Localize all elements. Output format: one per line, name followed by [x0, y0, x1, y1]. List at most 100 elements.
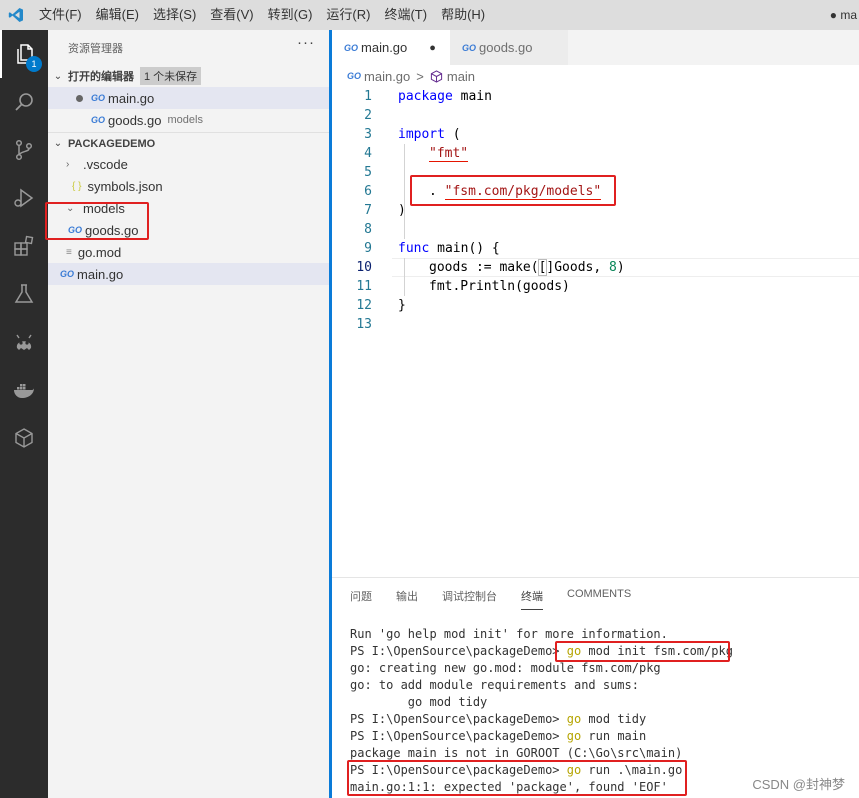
annotation-box — [410, 175, 616, 206]
terminal-line: go: creating new go.mod: module fsm.com/… — [350, 661, 661, 675]
chevron-down-icon: ⌄ — [53, 138, 63, 149]
remote-explorer-activity[interactable] — [0, 414, 48, 462]
menu-bar: 文件(F) 编辑(E) 选择(S) 查看(V) 转到(G) 运行(R) 终端(T… — [32, 0, 492, 30]
modified-dot-icon[interactable]: ● — [429, 42, 436, 54]
code-line-4: "fmt" — [429, 146, 469, 162]
go-file-icon: GO — [344, 42, 359, 53]
chevron-down-icon: ⌄ — [53, 70, 63, 82]
tab-terminal[interactable]: 终端 — [521, 588, 543, 610]
line-number: 5 — [364, 165, 372, 180]
menu-run[interactable]: 运行(R) — [319, 0, 377, 30]
line-number: 8 — [364, 222, 372, 237]
line-number: 11 — [356, 279, 372, 294]
json-file-icon: { } — [72, 180, 82, 192]
terminal-line: PS I:\OpenSource\packageDemo> go mod tid… — [350, 712, 647, 726]
open-editors-label: 打开的编辑器 — [68, 71, 134, 83]
breadcrumb-file[interactable]: main.go — [364, 69, 410, 84]
explorer-sidebar: 资源管理器 ··· ⌄ 打开的编辑器 1 个未保存 GO main.go GO … — [48, 30, 329, 798]
robot-icon — [16, 334, 32, 350]
editor-tabs: GO main.go ● GO goods.go — [332, 30, 859, 65]
vscode-logo-icon — [0, 0, 32, 30]
more-actions-button[interactable]: ··· — [297, 34, 315, 51]
tree-item-label: go.mod — [77, 244, 122, 260]
run-debug-icon — [14, 188, 34, 208]
tab-output[interactable]: 输出 — [396, 588, 418, 610]
indent-guide — [404, 144, 405, 239]
open-editor-goods-go[interactable]: GO goods.go models — [48, 109, 329, 131]
unsaved-badge: 1 个未保存 — [140, 67, 202, 85]
code-line-3: import ( — [398, 127, 461, 142]
chevron-right-icon: › — [66, 158, 70, 170]
testing-activity[interactable] — [0, 270, 48, 318]
open-editor-main-go[interactable]: GO main.go — [48, 87, 329, 109]
go-file-icon: GO — [347, 71, 362, 81]
source-control-activity[interactable] — [0, 126, 48, 174]
tree-item-label: .vscode — [83, 156, 128, 172]
breadcrumb-symbol[interactable]: main — [447, 69, 475, 84]
tree-file-main-go[interactable]: GO main.go — [48, 263, 329, 285]
tree-item-label: symbols.json — [87, 178, 163, 194]
modified-dot-icon — [76, 94, 83, 102]
line-number: 2 — [364, 108, 372, 123]
tab-goods-go[interactable]: GO goods.go — [450, 30, 568, 65]
search-icon — [15, 93, 33, 111]
menu-go[interactable]: 转到(G) — [261, 0, 320, 30]
tree-file-symbols-json[interactable]: { } symbols.json — [48, 175, 329, 197]
text-file-icon: ≡ — [66, 246, 72, 258]
bot-activity[interactable] — [0, 318, 48, 366]
menu-help[interactable]: 帮助(H) — [434, 0, 492, 30]
menu-view[interactable]: 查看(V) — [203, 0, 260, 30]
extensions-activity[interactable] — [0, 222, 48, 270]
code-line-1: package main — [398, 89, 492, 104]
package-symbol-icon — [430, 69, 442, 83]
extensions-icon — [14, 235, 34, 256]
tab-comments[interactable]: COMMENTS — [567, 588, 631, 610]
breadcrumb: GO main.go > main — [347, 66, 475, 86]
line-number: 10 — [356, 260, 372, 275]
search-activity[interactable] — [0, 78, 48, 126]
explorer-activity[interactable]: 1 — [0, 30, 48, 78]
title-bar: 文件(F) 编辑(E) 选择(S) 查看(V) 转到(G) 运行(R) 终端(T… — [0, 0, 859, 30]
code-line-10: goods := make([]Goods, 8) — [429, 259, 625, 276]
tab-debug-console[interactable]: 调试控制台 — [442, 588, 497, 610]
window-title: ● ma — [829, 8, 857, 22]
line-number: 7 — [364, 203, 372, 218]
indent-guide — [404, 258, 405, 296]
line-number: 4 — [364, 146, 372, 161]
code-line-7: ) — [398, 203, 406, 218]
annotation-box — [347, 760, 687, 796]
tab-label: main.go — [361, 40, 408, 55]
open-editor-label: main.go — [108, 90, 155, 106]
annotation-box — [555, 641, 730, 662]
code-line-12: } — [398, 298, 406, 313]
go-file-icon: GO — [60, 269, 75, 279]
open-editors-section[interactable]: ⌄ 打开的编辑器 1 个未保存 — [48, 65, 329, 87]
cube-icon — [15, 428, 33, 448]
annotation-box — [45, 202, 149, 240]
docker-activity[interactable] — [0, 366, 48, 414]
project-section[interactable]: ⌄ PACKAGEDEMO — [48, 132, 329, 154]
tree-file-go-mod[interactable]: ≡ go.mod — [48, 241, 329, 263]
line-number: 13 — [356, 317, 372, 332]
flask-icon — [14, 284, 34, 303]
explorer-badge: 1 — [26, 56, 42, 72]
menu-file[interactable]: 文件(F) — [32, 0, 89, 30]
code-editor[interactable]: 1 2 3 4 5 6 7 8 9 10 11 12 13 package ma… — [332, 87, 859, 577]
tab-label: goods.go — [479, 40, 533, 55]
line-number: 1 — [364, 89, 372, 104]
tab-problems[interactable]: 问题 — [350, 588, 372, 610]
menu-selection[interactable]: 选择(S) — [146, 0, 203, 30]
docker-whale-icon — [14, 384, 34, 398]
open-editor-label: goods.go — [108, 112, 162, 128]
menu-terminal[interactable]: 终端(T) — [377, 0, 434, 30]
code-line-11: fmt.Println(goods) — [429, 279, 570, 294]
sidebar-title: 资源管理器 — [68, 43, 123, 55]
menu-edit[interactable]: 编辑(E) — [89, 0, 146, 30]
line-number: 9 — [364, 241, 372, 256]
tree-folder-vscode[interactable]: › .vscode — [48, 153, 329, 175]
tab-main-go[interactable]: GO main.go ● — [332, 30, 450, 65]
terminal-line: PS I:\OpenSource\packageDemo> go run mai… — [350, 729, 647, 743]
line-number: 3 — [364, 127, 372, 142]
run-debug-activity[interactable] — [0, 174, 48, 222]
activity-bar: 1 — [0, 30, 48, 798]
